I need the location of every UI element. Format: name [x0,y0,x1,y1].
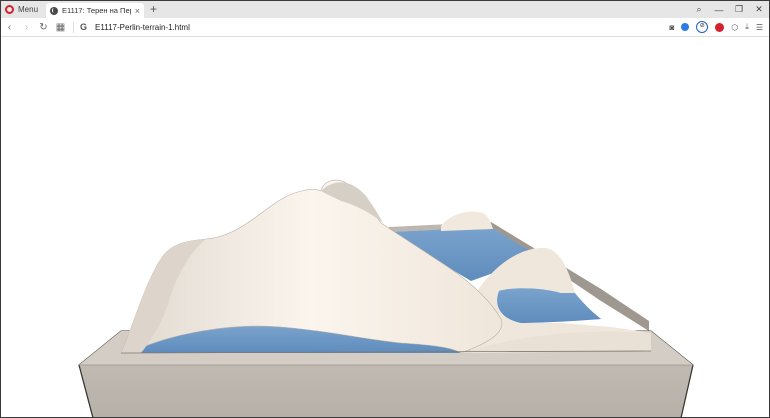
back-icon[interactable]: ‹ [1,22,18,33]
new-tab-button[interactable]: + [144,1,163,18]
settings-icon[interactable]: ☰ [756,23,763,32]
address-toolbar: ‹ › ↻ ▦ G E1117-Perlin-terrain-1.html ◙ … [1,18,769,37]
restore-icon[interactable]: ❐ [729,4,749,15]
terrain-canvas[interactable] [1,38,769,417]
close-window-icon[interactable]: ✕ [749,4,769,15]
extensions-bar: ◙ ⊘ ⬡ ⤓ ☰ [669,21,769,33]
reload-icon[interactable]: ↻ [35,22,52,33]
cube-icon[interactable]: ⬡ [731,23,738,32]
menu-label: Menu [18,5,39,14]
terrain-back-peak [441,211,493,231]
minimize-icon[interactable]: — [709,5,729,15]
adblock-icon[interactable] [715,22,725,32]
globe-icon [50,6,59,15]
tabs-grid-icon[interactable]: ▦ [52,22,69,33]
vpn-icon[interactable]: ⊘ [696,21,709,33]
opera-logo-icon [5,5,14,14]
camera-icon[interactable]: ◙ [669,23,674,32]
google-icon: G [80,22,88,32]
browser-window: Menu E1117: Терен на Перлин 1 × + ⌕ — ❐ … [0,0,770,418]
toolbar-divider [73,21,74,33]
opera-menu-button[interactable]: Menu [1,1,44,18]
download-icon[interactable]: ⤓ [745,22,749,32]
window-controls: ⌕ — ❐ ✕ [689,1,769,18]
tab-close-icon[interactable]: × [135,6,140,16]
tab-strip: Menu E1117: Терен на Перлин 1 × + ⌕ — ❐ … [1,1,769,18]
forward-icon[interactable]: › [18,22,35,33]
terrain-main-mountain [120,179,503,354]
tab-title: E1117: Терен на Перлин 1 [62,6,131,15]
shield-icon[interactable] [681,23,690,31]
address-input[interactable]: E1117-Perlin-terrain-1.html [95,23,669,32]
search-icon[interactable]: ⌕ [689,4,709,15]
tab-active[interactable]: E1117: Терен на Перлин 1 × [46,3,145,18]
